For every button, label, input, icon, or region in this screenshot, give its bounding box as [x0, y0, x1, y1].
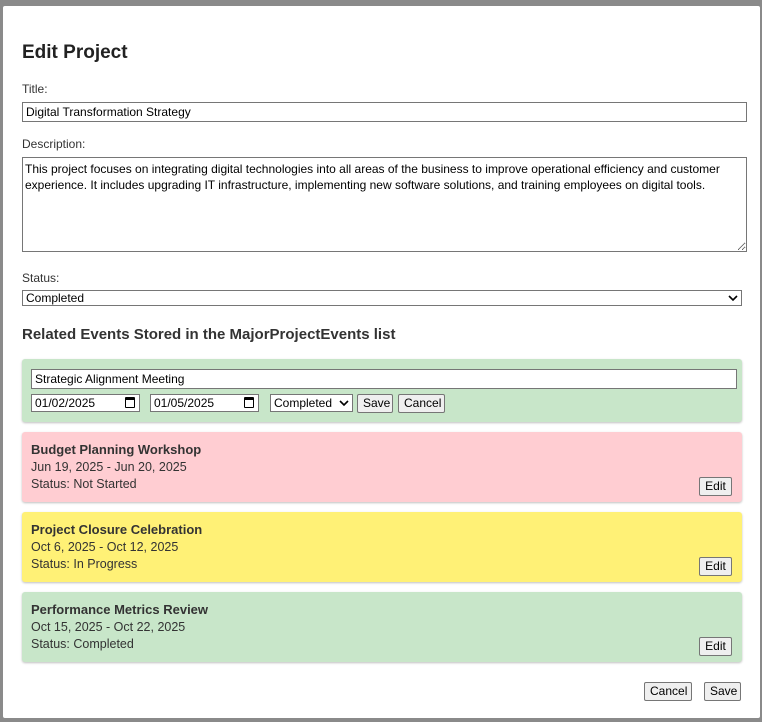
event-status: Status: In Progress: [31, 557, 138, 571]
event-cancel-button[interactable]: Cancel: [398, 394, 445, 413]
event-title: Budget Planning Workshop: [31, 442, 202, 457]
events-heading: Related Events Stored in the MajorProjec…: [22, 326, 396, 343]
event-dates: Oct 15, 2025 - Oct 22, 2025: [31, 620, 186, 634]
event-title: Project Closure Celebration: [31, 522, 203, 537]
event-edit-button[interactable]: Edit: [699, 477, 732, 496]
event-start-date[interactable]: 01/02/2025: [31, 394, 140, 412]
title-label: Title:: [22, 82, 48, 96]
event-status-select[interactable]: Completed: [270, 394, 353, 412]
event-status-value: Completed: [274, 396, 333, 410]
event-card: Budget Planning Workshop Jun 19, 2025 - …: [22, 432, 742, 502]
title-input[interactable]: [22, 102, 747, 122]
event-edit-button[interactable]: Edit: [699, 557, 732, 576]
event-status: Status: Completed: [31, 637, 134, 651]
event-title-input[interactable]: [31, 369, 737, 389]
event-end-date-value: 01/05/2025: [154, 396, 215, 410]
event-edit-button[interactable]: Edit: [699, 637, 732, 656]
event-dates: Oct 6, 2025 - Oct 12, 2025: [31, 540, 179, 554]
event-card: Performance Metrics Review Oct 15, 2025 …: [22, 592, 742, 662]
chevron-down-icon: [339, 396, 349, 416]
edit-project-dialog: Edit Project Title: Description: This pr…: [3, 6, 760, 718]
event-card: Project Closure Celebration Oct 6, 2025 …: [22, 512, 742, 582]
save-button[interactable]: Save: [704, 682, 741, 701]
calendar-icon[interactable]: [125, 397, 135, 408]
status-select-value: Completed: [26, 291, 85, 305]
dialog-title: Edit Project: [22, 42, 128, 63]
event-save-button[interactable]: Save: [357, 394, 393, 413]
description-textarea[interactable]: This project focuses on integrating digi…: [22, 157, 747, 252]
calendar-icon[interactable]: [244, 397, 254, 408]
cancel-button[interactable]: Cancel: [644, 682, 692, 701]
event-edit-card: 01/02/2025 01/05/2025 Completed Save Can…: [22, 359, 742, 422]
chevron-down-icon: [728, 291, 738, 310]
event-dates: Jun 19, 2025 - Jun 20, 2025: [31, 460, 187, 474]
status-select[interactable]: Completed: [22, 290, 742, 306]
event-start-date-value: 01/02/2025: [35, 396, 96, 410]
status-label: Status:: [22, 271, 60, 285]
event-title: Performance Metrics Review: [31, 602, 209, 617]
event-end-date[interactable]: 01/05/2025: [150, 394, 259, 412]
event-status: Status: Not Started: [31, 477, 137, 491]
description-label: Description:: [22, 137, 86, 151]
